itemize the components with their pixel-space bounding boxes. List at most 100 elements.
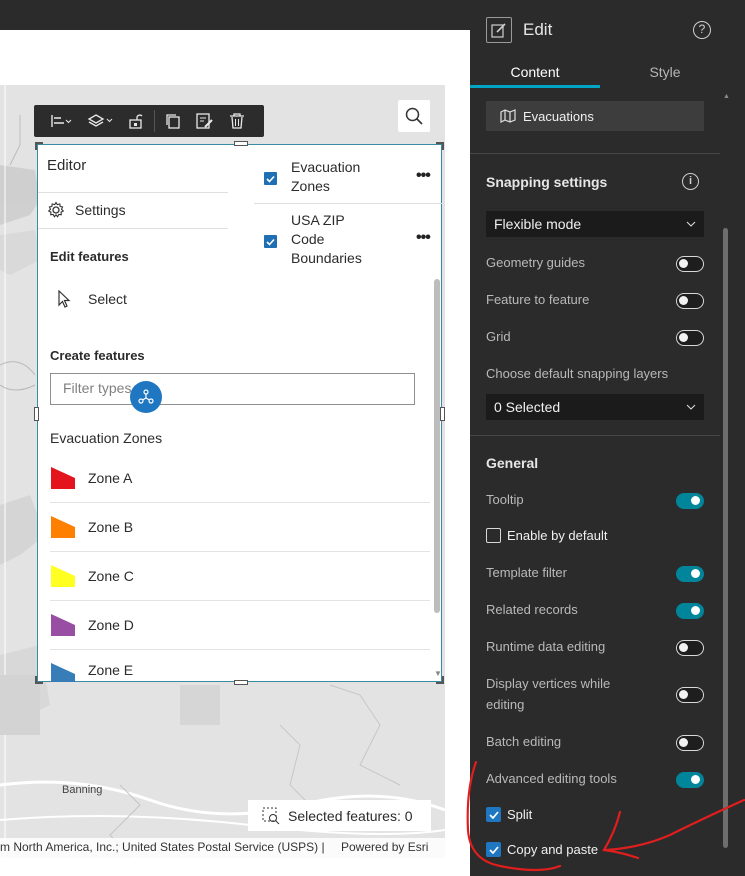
tab-style[interactable]: Style (600, 58, 730, 88)
settings-divider (38, 228, 228, 229)
default-layers-value: 0 Selected (494, 399, 561, 415)
align-icon[interactable] (42, 105, 80, 137)
more-options-icon[interactable]: ••• (416, 167, 431, 185)
general-heading: General (486, 455, 539, 471)
grid-label: Grid (486, 329, 511, 344)
tooltip-toggle[interactable] (676, 493, 704, 509)
resize-corner[interactable] (436, 676, 444, 684)
layer-label-line: Boundaries (291, 250, 362, 266)
template-item-zone-b[interactable]: Zone B (50, 503, 430, 552)
select-by-rectangle-icon (262, 807, 280, 824)
runtime-editing-toggle[interactable] (676, 640, 704, 656)
template-filter-toggle[interactable] (676, 566, 704, 582)
layer-label-line: Code (291, 231, 325, 247)
panel-title: Edit (523, 20, 553, 39)
map-right-gutter (445, 30, 470, 858)
grid-toggle[interactable] (676, 330, 704, 346)
more-options-icon[interactable]: ••• (416, 229, 431, 247)
duplicate-icon[interactable] (157, 105, 189, 137)
filter-types-input[interactable]: Filter types (50, 373, 415, 405)
selected-features-label: Selected features: 0 (288, 807, 413, 824)
info-icon[interactable]: i (682, 173, 699, 190)
template-item-zone-c[interactable]: Zone C (50, 552, 430, 601)
layer-item-evacuation-zones[interactable]: Evacuation Zones (264, 158, 360, 196)
feature-to-feature-toggle[interactable] (676, 293, 704, 309)
layer-divider (254, 203, 443, 204)
polygon-swatch-icon (51, 467, 75, 489)
template-item-zone-a[interactable]: Zone A (50, 454, 430, 503)
help-icon[interactable]: ? (693, 21, 711, 39)
advanced-tools-toggle[interactable] (676, 772, 704, 788)
tab-content[interactable]: Content (470, 58, 600, 88)
resize-corner[interactable] (436, 142, 444, 150)
resize-corner[interactable] (35, 142, 43, 150)
bottom-strip (0, 858, 470, 876)
screenshot-stage: Editor Settings Evacuation Zones ••• USA… (0, 0, 745, 876)
split-checkbox[interactable]: Split (486, 807, 532, 822)
cursor-icon (58, 290, 71, 308)
resize-handle-left[interactable] (34, 407, 39, 421)
edit-feature-icon[interactable] (189, 105, 221, 137)
related-records-toggle[interactable] (676, 603, 704, 619)
unlock-icon[interactable] (120, 105, 152, 137)
polygon-swatch-icon (51, 663, 75, 682)
template-group-heading: Evacuation Zones (50, 430, 163, 446)
layer-item-usa-zip[interactable]: USA ZIP Code Boundaries (264, 211, 362, 268)
editor-widget: Editor Settings Evacuation Zones ••• USA… (34, 141, 445, 685)
enable-by-default-checkbox[interactable]: Enable by default (486, 528, 607, 543)
related-records-label: Related records (486, 602, 578, 617)
map-header-area (0, 30, 445, 85)
geometry-guides-toggle[interactable] (676, 256, 704, 272)
gear-icon (47, 201, 65, 218)
display-vertices-toggle[interactable] (676, 687, 704, 703)
feature-to-feature-label: Feature to feature (486, 292, 590, 307)
resize-handle-bottom[interactable] (234, 680, 248, 685)
editor-scrollbar-thumb[interactable] (434, 279, 440, 613)
enable-by-default-label: Enable by default (507, 528, 608, 543)
map-icon (500, 109, 516, 123)
layers-icon[interactable] (80, 105, 120, 137)
create-features-heading: Create features (50, 348, 145, 363)
map-feature-toolbar (34, 105, 264, 137)
split-label: Split (507, 807, 533, 822)
snapping-mode-select[interactable]: Flexible mode (486, 211, 704, 237)
editor-title: Editor (47, 157, 87, 174)
checkbox-checked-icon[interactable] (264, 235, 277, 248)
display-vertices-line: editing (486, 697, 525, 712)
select-tool-button[interactable]: Select (58, 290, 127, 308)
template-item-zone-e[interactable]: Zone E (50, 650, 430, 682)
checkbox-checked-icon[interactable] (264, 172, 277, 185)
panel-divider (470, 153, 720, 154)
edit-config-panel: Edit ? Content Style ▲ Evacuations Snapp… (470, 0, 745, 876)
resize-handle-right[interactable] (440, 407, 445, 421)
checkbox-checked-icon[interactable] (486, 807, 501, 822)
batch-editing-toggle[interactable] (676, 735, 704, 751)
copy-paste-checkbox[interactable]: Copy and paste (486, 842, 598, 857)
attribution-text: m North America, Inc.; United States Pos… (0, 840, 325, 854)
editor-settings-button[interactable]: Settings (47, 201, 126, 219)
map-search-button[interactable] (398, 100, 430, 132)
delete-icon[interactable] (221, 105, 253, 137)
move-handle-button[interactable] (130, 381, 162, 413)
template-label: Zone B (88, 519, 134, 535)
template-label: Zone E (88, 662, 134, 678)
layer-label-line: USA ZIP (291, 212, 345, 228)
snapping-heading: Snapping settings (486, 174, 608, 190)
scroll-up-arrow-icon[interactable]: ▲ (723, 93, 730, 100)
checkbox-unchecked-icon[interactable] (486, 528, 501, 543)
panel-scrollbar-thumb[interactable] (723, 228, 728, 848)
checkbox-checked-icon[interactable] (486, 842, 501, 857)
layer-select-button[interactable]: Evacuations (486, 101, 704, 131)
layer-label-line: Evacuation (291, 159, 361, 175)
resize-corner[interactable] (35, 676, 43, 684)
default-layers-select[interactable]: 0 Selected (486, 394, 704, 420)
selected-features-button[interactable]: Selected features: 0 (248, 800, 431, 831)
chevron-down-icon (686, 404, 696, 410)
template-item-zone-d[interactable]: Zone D (50, 601, 430, 650)
display-vertices-label: Display vertices while editing (486, 673, 610, 715)
powered-by-esri[interactable]: Powered by Esri (341, 840, 428, 854)
advanced-tools-label: Advanced editing tools (486, 771, 617, 786)
resize-handle-top[interactable] (234, 141, 248, 146)
select-label: Select (88, 291, 127, 307)
polygon-swatch-icon (51, 516, 75, 538)
